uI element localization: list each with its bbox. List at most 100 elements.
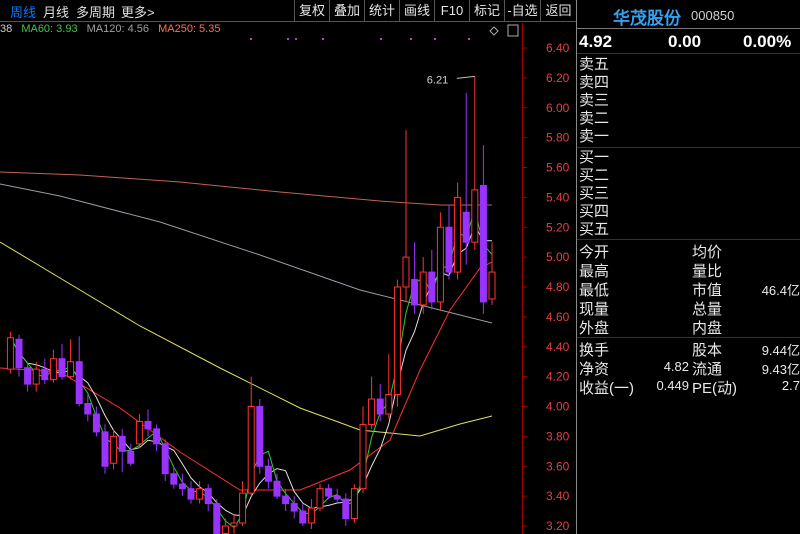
candle-body-up: [368, 398, 376, 425]
candle-body-down: [411, 279, 419, 306]
candle-body-up: [196, 488, 204, 500]
kline-chart[interactable]: 6.40 6.20 6.00 5.80 5.60 5.40 5.20 5.00 4.80 4.60…: [0, 0, 576, 534]
candle-body-up: [247, 406, 255, 494]
candle-body-down: [333, 495, 341, 500]
ma60-legend: MA60: 3.93: [21, 23, 78, 35]
sell-level-3: 卖三: [579, 92, 610, 109]
stat-value-share-capital: 9.44亿: [761, 343, 800, 358]
y-tick-label: 4.60: [546, 310, 570, 324]
ma250-legend: MA250: 5.35: [158, 23, 221, 35]
stat-label-outer-volume: 外盘: [579, 320, 610, 337]
tab-multi-period[interactable]: 多周期: [76, 2, 115, 21]
candle-body-down: [118, 435, 126, 452]
y-tick-label: 5.00: [546, 250, 570, 264]
tab-monthly[interactable]: 月线: [43, 2, 69, 21]
stat-label-low: 最低: [579, 282, 610, 299]
draw-line-button[interactable]: 画线: [399, 0, 434, 21]
stat-value-float-shares: 9.43亿: [761, 362, 800, 377]
candle-body-up: [359, 423, 367, 490]
y-tick-label: 6.00: [546, 101, 570, 115]
candle-body-down: [273, 480, 281, 497]
stock-name[interactable]: 华茂股份: [613, 4, 681, 29]
tab-more[interactable]: 更多>: [121, 2, 155, 21]
stock-code: 000850: [691, 8, 735, 23]
candle-body-up: [239, 492, 247, 524]
candle-body-down: [428, 271, 436, 303]
chart-toolbar: 周线 月线 多周期 更多> 复权 叠加 统计 画线 F10 标记 -自选 返回: [0, 0, 576, 22]
candle-body-up: [419, 271, 427, 306]
buy-level-4: 买四: [579, 203, 610, 220]
candle-body-down: [58, 358, 66, 378]
y-tick-label: 5.80: [546, 131, 570, 145]
candle-body-down: [170, 473, 178, 485]
statistics-button[interactable]: 统计: [364, 0, 399, 21]
candle-body-down: [256, 406, 264, 467]
y-tick-label: 3.20: [546, 519, 570, 533]
y-tick-label: 6.40: [546, 41, 570, 55]
buy-book: 买一 买二 买三 买四 买五: [577, 149, 800, 239]
y-tick-label: 6.20: [546, 71, 570, 85]
y-tick-label: 3.40: [546, 489, 570, 503]
sell-level-4: 卖四: [579, 74, 610, 91]
stat-label-share-capital: 股本: [692, 342, 723, 359]
stat-row: 净资 4.82 流通 9.43亿: [577, 358, 800, 378]
candle-body-down: [127, 450, 135, 464]
candle-body-up: [436, 226, 444, 303]
event-marker: [380, 38, 382, 40]
candle-body-up: [6, 337, 14, 370]
ma120-line: [0, 183, 493, 324]
event-marker: [322, 38, 324, 40]
candle-body-down: [161, 443, 169, 475]
sell-book: 卖五 卖四 卖三 卖二 卖一: [577, 56, 800, 146]
candle-body-down: [342, 498, 350, 520]
y-tick-label: 5.20: [546, 220, 570, 234]
overlay-button[interactable]: 叠加: [329, 0, 364, 21]
buy-level-2: 买二: [579, 167, 610, 184]
candle-body-up: [402, 256, 410, 288]
candle-body-down: [178, 483, 186, 490]
candle-body-up: [316, 488, 324, 509]
event-marker: [287, 38, 289, 40]
sell-level-5: 卖五: [579, 56, 610, 73]
stats-divider: [577, 239, 800, 240]
stat-value-eps: 0.449: [656, 378, 689, 393]
stat-label-high: 最高: [579, 263, 610, 280]
candle-body-down: [376, 398, 384, 415]
stat-label-net-assets: 净资: [579, 361, 610, 378]
high-label: 6.21: [427, 74, 448, 86]
y-tick-label: 3.60: [546, 459, 570, 473]
buy-level-3: 买三: [579, 185, 610, 202]
candle-body-down: [24, 367, 32, 385]
diamond-icon: [489, 26, 499, 36]
remove-watchlist-button[interactable]: -自选: [504, 0, 540, 21]
f10-button[interactable]: F10: [434, 0, 469, 21]
candle-body-down: [153, 428, 161, 445]
stat-label-open: 今开: [579, 244, 610, 261]
y-tick-label: 4.80: [546, 280, 570, 294]
candle-body-up: [471, 189, 479, 243]
candle-body-up: [49, 358, 57, 381]
last-price: 4.92: [579, 32, 613, 51]
stat-row: 换手 股本 9.44亿: [577, 339, 800, 359]
stat-row: 现量 总量: [577, 298, 800, 318]
adjust-button[interactable]: 复权: [294, 0, 329, 21]
candle-body-down: [299, 510, 307, 524]
back-button[interactable]: 返回: [540, 0, 576, 21]
candle-body-down: [213, 503, 221, 534]
event-marker: [468, 38, 470, 40]
candle-body-down: [325, 488, 333, 497]
stat-label-total-volume: 总量: [692, 301, 723, 318]
candle-body-up: [393, 286, 401, 396]
candle-body-up: [32, 368, 40, 385]
candle-body-up: [350, 488, 358, 520]
stat-row: 外盘 内盘: [577, 317, 800, 337]
tab-weekly[interactable]: 周线: [10, 2, 36, 21]
candle-body-down: [101, 431, 109, 467]
stat-value-pe: 2.7: [781, 378, 800, 393]
mark-button[interactable]: 标记: [469, 0, 504, 21]
stat-label-market-cap: 市值: [692, 282, 723, 299]
y-tick-label: 5.60: [546, 161, 570, 175]
stat-row: 最低 市值 46.4亿: [577, 279, 800, 299]
event-marker: [434, 38, 436, 40]
candle-body-down: [479, 184, 487, 303]
